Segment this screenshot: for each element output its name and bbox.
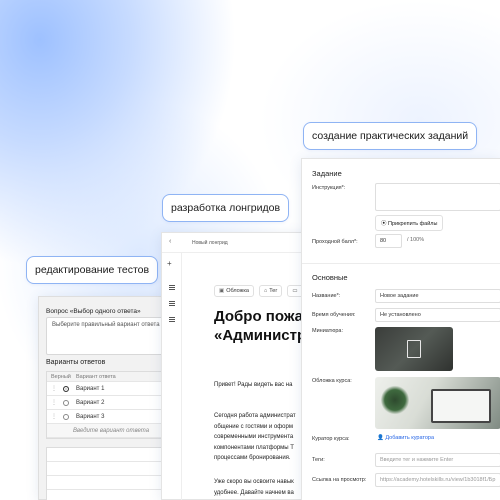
name-input[interactable]: Новое задание <box>375 289 500 303</box>
list-icon[interactable] <box>169 301 175 306</box>
drag-handle-icon[interactable]: ⋮ <box>51 413 57 420</box>
outline-icon[interactable] <box>169 317 175 322</box>
col-variant-header: Вариант ответа <box>76 373 116 380</box>
add-curator-link[interactable]: 👤 Добавить куратора <box>377 435 434 441</box>
longread-paragraph-3[interactable]: Уже скоро вы освоите навык удобнее. Дава… <box>214 477 294 498</box>
tests-editor-panel: Вопрос «Выбор одного ответа» Выберите пр… <box>38 296 176 500</box>
name-label: Название*: <box>312 293 341 299</box>
tag-icon: ⌂ <box>263 288 268 294</box>
variant-row[interactable]: ⋮ Вариант 1 <box>47 382 175 396</box>
variants-table: Верный Вариант ответа ⋮ Вариант 1 ⋮ Вари… <box>46 371 176 439</box>
variant-label[interactable]: Вариант 1 <box>73 386 104 392</box>
drag-handle-icon[interactable]: ⋮ <box>51 385 57 392</box>
chip-tests: редактирование тестов <box>26 256 159 284</box>
add-variant-input[interactable]: Введите вариант ответа <box>47 424 175 438</box>
section-main-title: Основные <box>312 273 348 282</box>
section-task-title: Задание <box>312 169 342 178</box>
tests-empty-rows <box>46 447 176 500</box>
mini-label: Миниатюра: <box>312 328 343 334</box>
section-divider <box>302 263 500 264</box>
variants-title: Варианты ответов <box>46 359 106 366</box>
instruction-input[interactable] <box>375 183 500 211</box>
col-correct-header: Верный <box>51 373 71 380</box>
laptop-image <box>431 389 491 423</box>
instruction-label: Инструкция*: <box>312 185 346 191</box>
variant-row[interactable]: ⋮ Вариант 3 <box>47 410 175 424</box>
correct-radio[interactable] <box>63 413 69 420</box>
tags-input[interactable]: Введите тег и нажмите Enter <box>375 453 500 467</box>
attach-files-button[interactable]: ⦿ Прикрепить файлы <box>375 215 444 231</box>
chip-longreads: разработка лонгридов <box>162 194 290 222</box>
paperclip-icon: ⦿ <box>381 221 387 227</box>
longread-heading[interactable]: Добро пожа «Администр <box>214 307 306 345</box>
menu-icon[interactable] <box>169 285 175 290</box>
longread-paragraph-1[interactable]: Привет! Рады видеть вас на <box>214 380 292 391</box>
cover-button[interactable]: ▣ Обложка <box>214 285 254 297</box>
variant-label[interactable]: Вариант 3 <box>73 414 104 420</box>
tag-button[interactable]: ⌂ Тег <box>258 285 283 297</box>
longread-paragraph-2[interactable]: Сегодня работа администрат общение с гос… <box>214 411 296 464</box>
variant-label[interactable]: Вариант 2 <box>73 400 104 406</box>
longread-sidebar: + <box>162 253 182 500</box>
plant-image <box>381 385 409 415</box>
variant-row[interactable]: ⋮ Вариант 2 <box>47 396 175 410</box>
correct-radio[interactable] <box>63 385 69 392</box>
chat-icon: ▭ <box>292 288 298 294</box>
mini-thumbnail[interactable] <box>375 327 453 371</box>
curator-label: Куратор курса: <box>312 436 350 442</box>
pass-score-label: Проходной балл*: <box>312 239 358 245</box>
longread-tag-row: ▣ Обложка ⌂ Тег ▭ <box>214 285 305 297</box>
view-link-input[interactable]: https://academy.hotelskills.ru/view/1b30… <box>375 473 500 487</box>
cover-label: Обложка курса: <box>312 378 352 384</box>
pass-score-max: / 100% <box>407 237 425 243</box>
correct-radio[interactable] <box>63 399 69 406</box>
longread-doc-name: Новый лонгрид <box>192 240 228 246</box>
time-select[interactable]: Не установлено <box>375 308 500 322</box>
tasks-editor-panel: Задание Инструкция*: ⦿ Прикрепить файлы … <box>301 158 500 500</box>
variants-table-header: Верный Вариант ответа <box>47 372 175 382</box>
question-title: Вопрос «Выбор одного ответа» <box>46 308 141 315</box>
tags-label: Теги: <box>312 457 325 463</box>
chip-tasks: создание практических заданий <box>303 122 478 150</box>
person-icon: 👤 <box>377 435 384 441</box>
pass-score-input[interactable]: 80 <box>375 234 402 248</box>
plus-icon[interactable]: + <box>167 259 172 268</box>
drag-handle-icon[interactable]: ⋮ <box>51 399 57 406</box>
link-label: Ссылка на просмотр: <box>312 477 367 483</box>
question-text-input[interactable]: Выберите правильный вариант ответа <box>46 317 176 355</box>
document-icon <box>407 340 421 358</box>
time-label: Время обучения: <box>312 312 356 318</box>
back-arrow-icon[interactable]: ‹ <box>169 238 171 245</box>
cover-thumbnail[interactable] <box>375 377 500 429</box>
image-icon: ▣ <box>219 288 225 294</box>
